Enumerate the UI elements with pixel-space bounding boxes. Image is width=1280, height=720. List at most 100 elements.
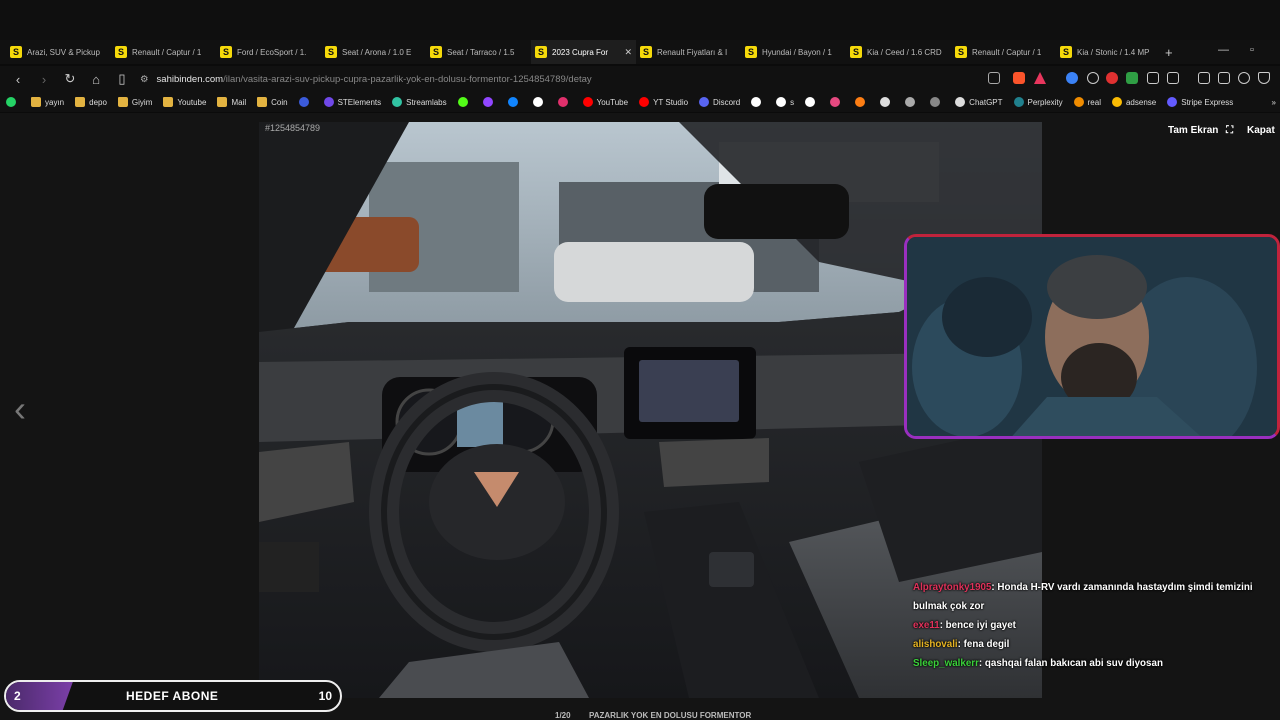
home-icon[interactable]: ⌂ xyxy=(88,72,104,87)
extension-icon[interactable] xyxy=(1106,72,1118,84)
bookmark-item[interactable] xyxy=(905,97,919,107)
share-icon[interactable] xyxy=(988,72,1000,84)
bookmark-item[interactable]: ChatGPT xyxy=(955,97,1003,107)
chat-message: alishovali: fena degil xyxy=(913,635,1253,654)
back-icon[interactable]: ‹ xyxy=(10,72,26,87)
reload-icon[interactable]: ↻ xyxy=(62,71,78,87)
forward-icon[interactable]: › xyxy=(36,72,52,87)
bookmark-item[interactable] xyxy=(830,97,844,107)
tab-close-icon[interactable]: ✕ xyxy=(624,47,632,58)
browser-tab[interactable]: S Renault / Captur / 1 xyxy=(951,40,1056,64)
extension-icon[interactable] xyxy=(1167,72,1179,84)
wallet-icon[interactable] xyxy=(1218,72,1230,84)
bookmark-item[interactable] xyxy=(457,97,472,107)
bookmark-item[interactable] xyxy=(482,97,497,107)
image-counter: 1/20 xyxy=(555,711,571,720)
sahibinden-favicon-icon: S xyxy=(850,46,862,58)
maximize-icon[interactable]: ▫ xyxy=(1250,44,1254,56)
chat-username: Sleep_walkerr xyxy=(913,658,979,669)
vpn-icon[interactable] xyxy=(1258,72,1270,84)
bookmark-item[interactable] xyxy=(751,97,765,107)
browser-tab[interactable]: S Kia / Stonic / 1.4 MP xyxy=(1056,40,1161,64)
browser-tab[interactable]: S Renault Fiyatları & I xyxy=(636,40,741,64)
extension-icon[interactable] xyxy=(1087,72,1099,84)
bookmark-item[interactable]: Mail xyxy=(217,97,246,107)
bookmark-item[interactable]: Discord xyxy=(699,97,740,107)
bookmark-item[interactable] xyxy=(532,97,547,107)
bookmark-item[interactable]: YouTube xyxy=(582,97,629,107)
minimize-icon[interactable]: — xyxy=(1218,44,1229,56)
site-info-icon[interactable]: ⚙ xyxy=(140,74,149,85)
browser-tab[interactable]: S Ford / EcoSport / 1. xyxy=(216,40,321,64)
bookmark-item[interactable]: s xyxy=(776,97,794,107)
close-button[interactable]: Kapat ✕ xyxy=(1247,125,1280,136)
extensions-icon[interactable] xyxy=(1147,72,1159,84)
browser-tab[interactable]: S Seat / Tarraco / 1.5 xyxy=(426,40,531,64)
streamlabs-icon xyxy=(392,97,403,107)
bookmark-item[interactable] xyxy=(930,97,944,107)
tab-title: Arazi, SUV & Pickup xyxy=(27,47,100,57)
sahibinden-favicon-icon: S xyxy=(10,46,22,58)
bookmark-item[interactable]: yayın xyxy=(31,97,64,107)
sidebar-icon[interactable] xyxy=(1198,72,1210,84)
fullscreen-button[interactable]: Tam Ekran ⛶ xyxy=(1168,125,1233,136)
bookmark-item[interactable] xyxy=(855,97,869,107)
bookmark-item[interactable]: Stripe Express xyxy=(1167,97,1233,107)
url-field[interactable]: ⚙ sahibinden.com/ilan/vasita-arazi-suv-p… xyxy=(140,74,592,85)
goal-target: 10 xyxy=(318,689,332,703)
browser-tab[interactable]: S Renault / Captur / 1 xyxy=(111,40,216,64)
extension-icon[interactable] xyxy=(1126,72,1138,84)
chat-text: : qashqai falan bakıcan abi suv diyosan xyxy=(978,658,1163,669)
browser-tab[interactable]: S Hyundai / Bayon / 1 xyxy=(741,40,846,64)
bookmark-item[interactable] xyxy=(880,97,894,107)
browser-tab[interactable]: S Seat / Arona / 1.0 E xyxy=(321,40,426,64)
previous-image-icon[interactable]: ‹ xyxy=(14,388,26,430)
browser-tab[interactable]: S 2023 Cupra For ✕ xyxy=(531,40,636,64)
bookmark-item[interactable]: depo xyxy=(75,97,107,107)
tab-title: Hyundai / Bayon / 1 xyxy=(762,47,832,57)
bookmark-label: yayın xyxy=(45,97,65,107)
bookmark-item[interactable]: Youtube xyxy=(163,97,206,107)
brave-shields-icon[interactable] xyxy=(1013,72,1025,84)
close-label: Kapat xyxy=(1247,125,1275,136)
browser-tab[interactable]: S Kia / Ceed / 1.6 CRD xyxy=(846,40,951,64)
bookmark-item[interactable] xyxy=(557,97,572,107)
tab-title: Renault Fiyatları & I xyxy=(657,47,728,57)
bookmark-item[interactable]: Perplexity xyxy=(1013,97,1063,107)
tiktok-icon xyxy=(776,97,787,107)
more-bookmarks-icon[interactable]: » xyxy=(1272,98,1276,107)
bookmark-label: Stripe Express xyxy=(1181,97,1234,107)
url-host: sahibinden.com xyxy=(156,73,224,85)
bookmark-item[interactable]: adsense xyxy=(1111,97,1156,107)
sahibinden-favicon-icon: S xyxy=(1060,46,1072,58)
bookmark-item[interactable]: Streamlabs xyxy=(392,97,447,107)
bookmark-item[interactable]: YT Studio xyxy=(639,97,688,107)
browser-tab[interactable]: S Arazi, SUV & Pickup xyxy=(6,40,111,64)
bookmark-item[interactable]: Coin xyxy=(257,97,288,107)
bookmark-item[interactable] xyxy=(6,97,20,107)
folder-icon xyxy=(117,97,128,107)
bookmark-item[interactable] xyxy=(805,97,819,107)
bookmark-item[interactable]: STElements xyxy=(323,97,381,107)
leo-icon[interactable] xyxy=(1238,72,1250,84)
bookmark-item[interactable] xyxy=(298,97,313,107)
bookmark-label: ChatGPT xyxy=(969,97,1003,107)
bookmark-item[interactable] xyxy=(507,97,522,107)
bookmark-label: YouTube xyxy=(596,97,629,107)
tab-title: Seat / Arona / 1.0 E xyxy=(342,47,412,57)
folder-icon xyxy=(217,97,228,107)
twitch-icon xyxy=(482,97,493,107)
bookmark-label: depo xyxy=(89,97,107,107)
extension-icon[interactable] xyxy=(1066,72,1078,84)
chatgpt-icon xyxy=(955,97,966,107)
bookmark-icon[interactable]: ▯ xyxy=(114,71,130,87)
bookmark-item[interactable]: real xyxy=(1073,97,1101,107)
new-tab-button[interactable]: + xyxy=(1165,45,1173,60)
fullscreen-icon: ⛶ xyxy=(1226,125,1234,136)
bookmark-item[interactable]: Giyim xyxy=(117,97,152,107)
sahibinden-favicon-icon: S xyxy=(115,46,127,58)
bookmark-label: real xyxy=(1087,97,1101,107)
sahibinden-favicon-icon: S xyxy=(535,46,547,58)
stelements-icon xyxy=(323,97,334,107)
x-icon xyxy=(532,97,543,107)
